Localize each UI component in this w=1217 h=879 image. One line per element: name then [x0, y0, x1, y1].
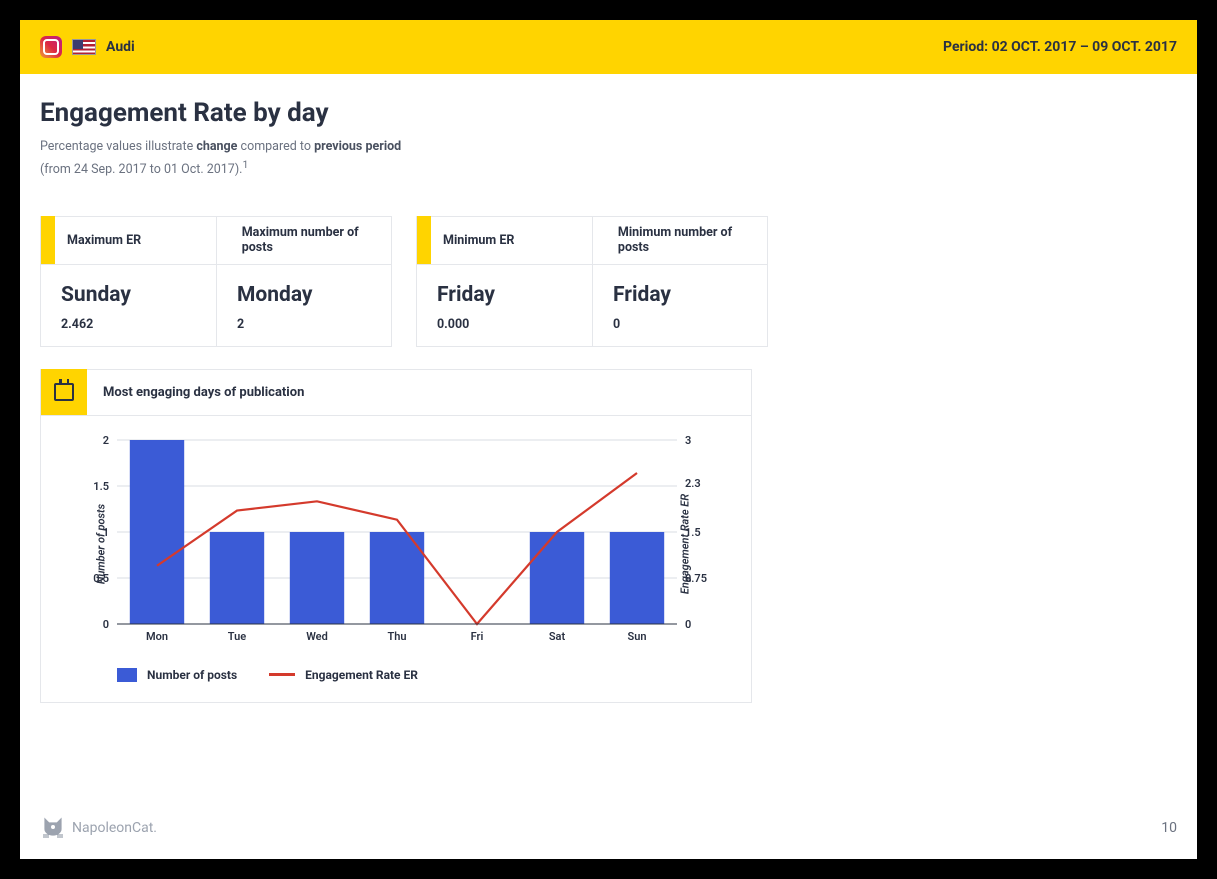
chart-body: Number of posts Engagement Rate ER 00.51…	[41, 416, 751, 702]
kpi-day: Friday	[613, 283, 747, 307]
kpi-val: 2	[237, 317, 371, 332]
kpi-accent	[417, 216, 431, 264]
footer-logo: NapoleonCat.	[40, 817, 157, 839]
subtitle-line2: (from 24 Sep. 2017 to 01 Oct. 2017).	[40, 162, 242, 177]
kpi-day: Sunday	[61, 283, 196, 307]
chart-panel: Most engaging days of publication Number…	[40, 369, 752, 703]
svg-text:Fri: Fri	[471, 630, 484, 643]
us-flag-icon	[72, 39, 96, 55]
svg-text:Mon: Mon	[146, 630, 168, 643]
subtitle-mid: compared to	[237, 139, 314, 154]
subtitle-pre: Percentage values illustrate	[40, 139, 196, 154]
svg-text:0: 0	[685, 618, 691, 631]
kpi-group-max: Maximum ER Sunday 2.462 Maximum number of…	[40, 216, 392, 347]
subtitle-sup: 1	[242, 158, 248, 171]
legend-swatch-bar	[117, 668, 137, 682]
page-number: 10	[1161, 820, 1177, 836]
chart-svg: 00.511.5200.751.52.33MonTueWedThuFriSatS…	[69, 432, 725, 652]
kpi-card-max-er: Maximum ER Sunday 2.462	[41, 217, 216, 346]
svg-text:0: 0	[103, 618, 109, 631]
brand-name: Audi	[106, 39, 135, 55]
kpi-val: 2.462	[61, 317, 196, 332]
report-page: Audi Period: 02 OCT. 2017 – 09 OCT. 2017…	[20, 20, 1197, 859]
subtitle-bold-1: change	[196, 139, 237, 154]
kpi-accent	[217, 216, 230, 264]
svg-text:3: 3	[685, 434, 691, 447]
kpi-head: Minimum number of posts	[606, 225, 767, 255]
kpi-accent	[41, 216, 55, 264]
kpi-head: Maximum ER	[55, 233, 153, 248]
legend-label: Number of posts	[147, 668, 237, 682]
chart-legend: Number of posts Engagement Rate ER	[69, 656, 723, 682]
kpi-head: Minimum ER	[431, 233, 526, 248]
kpi-day: Monday	[237, 283, 371, 307]
kpi-group-min: Minimum ER Friday 0.000 Minimum number of…	[416, 216, 768, 347]
header-bar: Audi Period: 02 OCT. 2017 – 09 OCT. 2017	[20, 20, 1197, 74]
instagram-icon	[40, 36, 62, 58]
legend-item-bars: Number of posts	[117, 668, 237, 682]
calendar-icon	[41, 369, 87, 415]
chart-panel-title: Most engaging days of publication	[103, 385, 304, 400]
legend-swatch-line	[269, 673, 295, 676]
svg-text:2: 2	[103, 434, 109, 447]
legend-item-line: Engagement Rate ER	[269, 668, 418, 682]
svg-text:Tue: Tue	[228, 630, 246, 643]
kpi-head: Maximum number of posts	[230, 225, 391, 255]
y-axis-label-right: Engagement Rate ER	[678, 494, 691, 594]
kpi-val: 0.000	[437, 317, 572, 332]
subtitle-bold-2: previous period	[314, 139, 401, 154]
svg-text:Thu: Thu	[387, 630, 406, 643]
page-title: Engagement Rate by day	[40, 98, 1177, 128]
svg-text:1.5: 1.5	[93, 480, 109, 493]
kpi-card-max-posts: Maximum number of posts Monday 2	[216, 217, 391, 346]
kpi-day: Friday	[437, 283, 572, 307]
kpi-val: 0	[613, 317, 747, 332]
kpi-card-min-posts: Minimum number of posts Friday 0	[592, 217, 767, 346]
period-dates: 02 OCT. 2017 – 09 OCT. 2017	[992, 39, 1177, 55]
footer-brand-text: NapoleonCat.	[72, 820, 157, 836]
svg-text:Sat: Sat	[549, 630, 566, 643]
svg-text:Sun: Sun	[628, 630, 647, 643]
chart-panel-head: Most engaging days of publication	[41, 370, 751, 416]
svg-text:Wed: Wed	[306, 630, 328, 643]
header-left: Audi	[40, 36, 135, 58]
svg-text:2.3: 2.3	[685, 477, 701, 490]
kpi-row: Maximum ER Sunday 2.462 Maximum number of…	[40, 216, 1177, 347]
y-axis-label-left: Number of posts	[95, 504, 108, 584]
period-label: Period:	[943, 39, 988, 55]
kpi-card-min-er: Minimum ER Friday 0.000	[417, 217, 592, 346]
kpi-accent	[593, 216, 606, 264]
chart-svg-wrap: Number of posts Engagement Rate ER 00.51…	[69, 432, 723, 656]
footer: NapoleonCat. 10	[40, 817, 1177, 839]
content-area: Engagement Rate by day Percentage values…	[20, 74, 1197, 703]
napoleoncat-icon	[40, 817, 66, 839]
subtitle: Percentage values illustrate change comp…	[40, 138, 1177, 180]
period-text: Period: 02 OCT. 2017 – 09 OCT. 2017	[943, 39, 1177, 55]
legend-label: Engagement Rate ER	[305, 668, 418, 682]
